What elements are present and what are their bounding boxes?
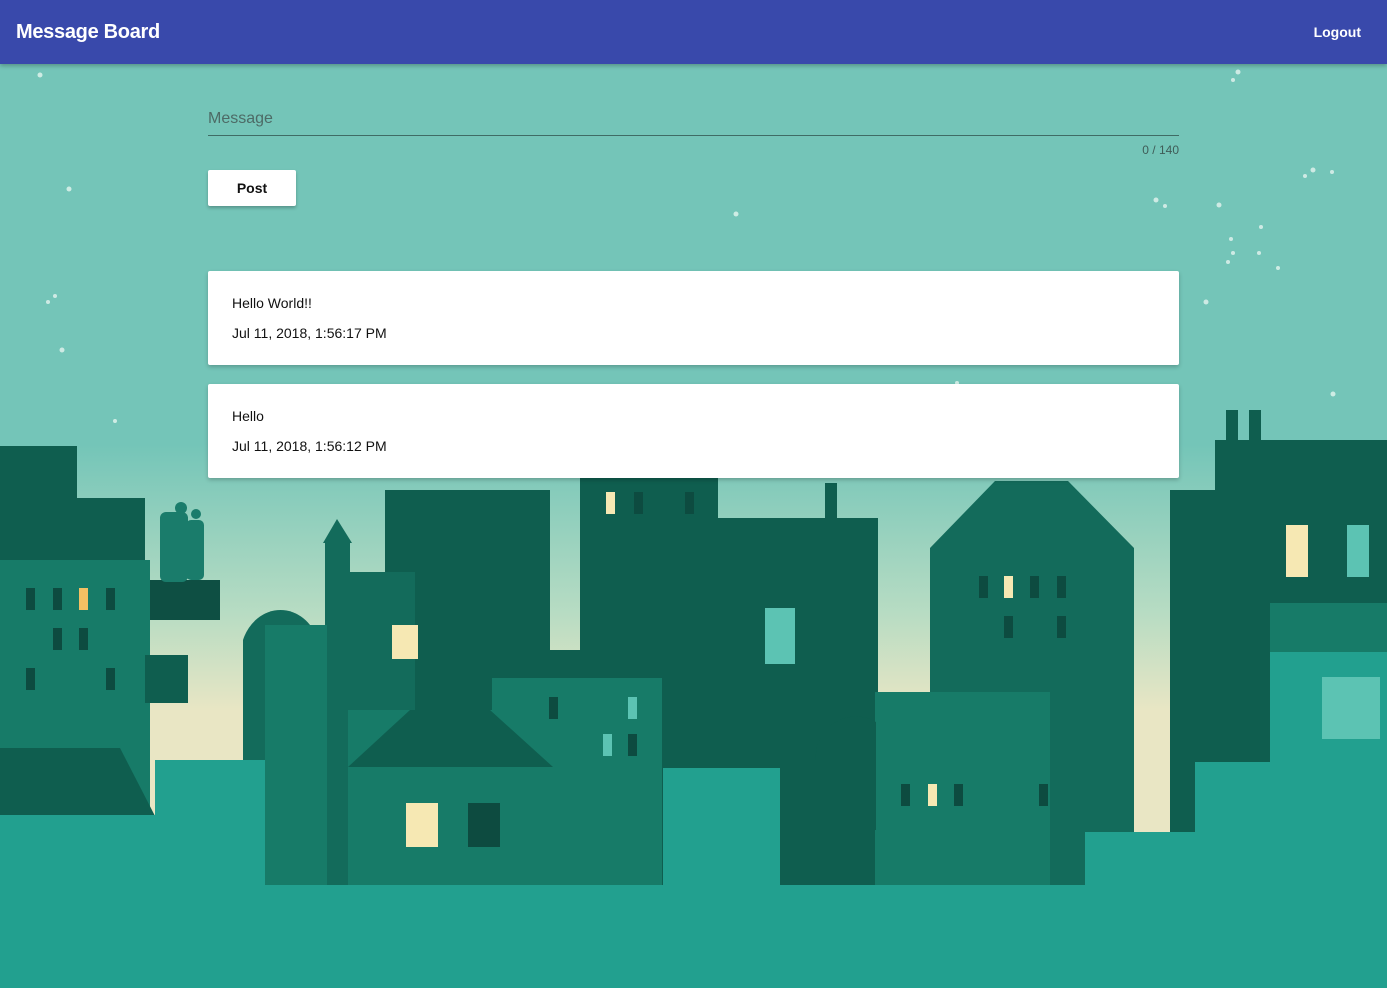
character-counter: 0 / 140 — [1142, 143, 1179, 157]
message-composer: 0 / 140 Post — [208, 100, 1179, 206]
message-input[interactable] — [208, 100, 1179, 136]
message-list: Hello World!! Jul 11, 2018, 1:56:17 PM H… — [208, 271, 1179, 497]
message-text: Hello — [232, 408, 264, 424]
post-button[interactable]: Post — [208, 170, 296, 206]
message-timestamp: Jul 11, 2018, 1:56:12 PM — [232, 438, 387, 454]
message-card: Hello Jul 11, 2018, 1:56:12 PM — [208, 384, 1179, 478]
app-bar: Message Board Logout — [0, 0, 1387, 64]
message-timestamp: Jul 11, 2018, 1:56:17 PM — [232, 325, 387, 341]
message-text: Hello World!! — [232, 295, 312, 311]
app-title: Message Board — [16, 21, 160, 43]
logout-button[interactable]: Logout — [1314, 22, 1361, 42]
message-card: Hello World!! Jul 11, 2018, 1:56:17 PM — [208, 271, 1179, 365]
